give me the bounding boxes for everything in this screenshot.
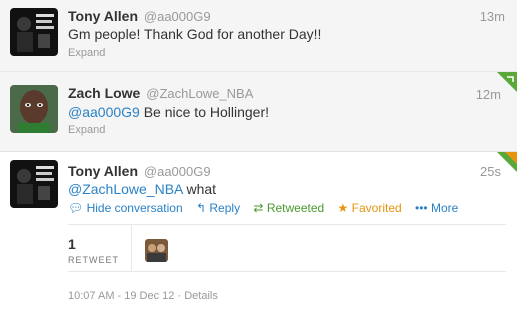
expand-link[interactable]: Expand	[68, 124, 105, 136]
tweet-header: Tony Allen @aa000G9	[68, 8, 211, 24]
author-name[interactable]: Tony Allen	[68, 8, 138, 24]
tony-allen-avatar[interactable]	[10, 8, 58, 56]
tony-allen-avatar[interactable]	[10, 160, 58, 208]
author-name[interactable]: Tony Allen	[68, 163, 138, 179]
author-handle[interactable]: @aa000G9	[144, 9, 211, 24]
hide-conversation-button[interactable]: 💬︎ Hide conversation	[68, 201, 186, 215]
tweet-header: Tony Allen @aa000G9	[68, 163, 211, 179]
retweeted-button[interactable]: ⇄ Retweeted	[253, 201, 327, 215]
tweet-2[interactable]: Zach Lowe @ZachLowe_NBA 12m @aa000G9 Be …	[0, 72, 517, 152]
author-name[interactable]: Zach Lowe	[68, 85, 140, 101]
tweet-body: what	[182, 181, 217, 197]
retweet-favorite-corner-icon	[497, 152, 517, 172]
author-handle[interactable]: @ZachLowe_NBA	[146, 86, 253, 101]
tweet-text: Gm people! Thank God for another Day!!	[68, 26, 322, 42]
tweet-time[interactable]: 13m	[480, 9, 505, 24]
details-link[interactable]: Details	[184, 290, 218, 302]
tweet-header: Zach Lowe @ZachLowe_NBA	[68, 85, 253, 101]
expand-link[interactable]: Expand	[68, 47, 105, 59]
reply-icon: ↰	[195, 201, 207, 215]
tweet-footer: 10:07 AM - 19 Dec 12 · Details	[68, 290, 218, 302]
tweet-timestamp[interactable]: 10:07 AM - 19 Dec 12	[68, 290, 174, 302]
mention-link[interactable]: @ZachLowe_NBA	[68, 181, 183, 197]
retweeter-avatar[interactable]	[145, 239, 168, 262]
retweet-icon: ⇄	[253, 201, 264, 215]
tweet-text: @ZachLowe_NBA what	[68, 181, 216, 197]
zach-lowe-avatar[interactable]	[10, 85, 58, 133]
author-handle[interactable]: @aa000G9	[144, 164, 211, 179]
tweet-1[interactable]: Tony Allen @aa000G9 13m Gm people! Thank…	[0, 0, 517, 72]
star-icon: ★	[337, 201, 349, 215]
retweet-label[interactable]: RETWEET	[68, 255, 119, 265]
tweet-body: Be nice to Hollinger!	[139, 104, 270, 120]
tweet-text: @aa000G9 Be nice to Hollinger!	[68, 104, 269, 120]
tweet-stats: 1 RETWEET	[68, 224, 506, 272]
tweet-actions: 💬︎ Hide conversation ↰ Reply ⇄ Retweeted…	[68, 201, 468, 215]
more-dots-icon: •••	[415, 201, 428, 215]
stats-divider	[131, 225, 132, 272]
reply-button[interactable]: ↰ Reply	[196, 201, 243, 215]
more-button[interactable]: ••• More	[415, 201, 458, 215]
conversation-icon: 💬︎	[68, 201, 84, 215]
retweet-count[interactable]: 1	[68, 236, 76, 252]
mention-link[interactable]: @aa000G9	[68, 104, 140, 120]
tweet-3[interactable]: Tony Allen @aa000G9 25s @ZachLowe_NBA wh…	[0, 152, 517, 316]
favorited-button[interactable]: ★ Favorited	[338, 201, 405, 215]
retweet-corner-icon	[497, 72, 517, 92]
